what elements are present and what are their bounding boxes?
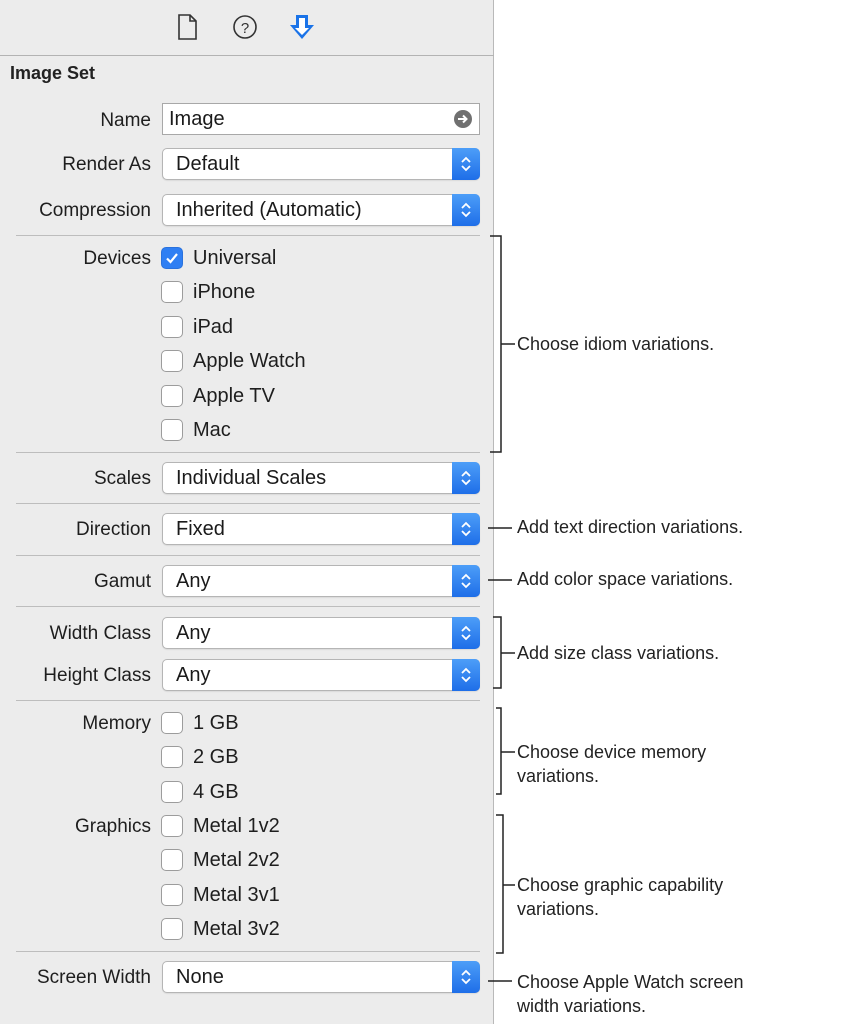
svg-text:?: ?	[241, 20, 249, 37]
width-class-value: Any	[176, 622, 211, 644]
separator	[16, 700, 480, 701]
stepper-arrows-icon	[452, 194, 480, 226]
height-class-select[interactable]: Any	[162, 659, 480, 691]
stepper-arrows-icon	[452, 148, 480, 180]
direction-select[interactable]: Fixed	[162, 513, 480, 545]
screen-width-select[interactable]: None	[162, 961, 480, 993]
checkbox-label: 4 GB	[193, 781, 239, 803]
checkbox-label: Apple Watch	[193, 350, 306, 372]
checkmark-icon	[166, 253, 178, 264]
name-field[interactable]: Image	[162, 103, 480, 135]
render-as-label: Render As	[62, 154, 151, 175]
separator	[16, 452, 480, 453]
annotation-idiom: Choose idiom variations.	[517, 334, 715, 354]
checkbox-iphone[interactable]	[161, 281, 183, 303]
checkbox-label: 1 GB	[193, 712, 239, 734]
checkbox-1gb[interactable]	[161, 712, 183, 734]
stepper-arrows-icon	[452, 565, 480, 597]
checkbox-label: Apple TV	[193, 385, 275, 407]
width-class-label: Width Class	[49, 623, 151, 644]
stepper-arrows-icon	[452, 617, 480, 649]
name-label: Name	[100, 110, 151, 131]
separator	[16, 606, 480, 607]
annotation-size-class: Add size class variations.	[517, 643, 720, 663]
compression-select[interactable]: Inherited (Automatic)	[162, 194, 480, 226]
checkbox-label: 2 GB	[193, 746, 239, 768]
annotation-direction: Add text direction variations.	[517, 517, 744, 537]
checkbox-metal-3v1[interactable]	[161, 884, 183, 906]
stepper-arrows-icon	[452, 961, 480, 993]
checkbox-label: Metal 2v2	[193, 849, 280, 871]
render-as-value: Default	[176, 153, 240, 175]
gamut-value: Any	[176, 570, 211, 592]
devices-label: Devices	[83, 248, 151, 269]
checkbox-apple-watch[interactable]	[161, 350, 183, 372]
screen-width-value: None	[176, 966, 224, 988]
checkbox-metal-3v2[interactable]	[161, 918, 183, 940]
checkbox-label: Universal	[193, 247, 277, 269]
scales-label: Scales	[93, 468, 151, 489]
checkbox-mac[interactable]	[161, 419, 183, 441]
height-class-label: Height Class	[43, 665, 151, 686]
gamut-label: Gamut	[93, 571, 151, 592]
checkbox-label: Mac	[193, 419, 231, 441]
go-arrow-icon[interactable]	[454, 110, 472, 128]
memory-label: Memory	[82, 713, 151, 734]
size-class-bracket	[493, 616, 515, 689]
scales-value: Individual Scales	[176, 467, 327, 489]
screen-width-label: Screen Width	[36, 967, 151, 988]
annotation-memory-line2: variations.	[517, 766, 600, 786]
separator	[16, 951, 480, 952]
checkbox-2gb[interactable]	[161, 746, 183, 768]
inspector-panel: ? Image Set Name Image Render As Default…	[0, 0, 494, 1024]
graphics-bracket	[496, 814, 515, 954]
checkbox-label: Metal 3v1	[193, 884, 280, 906]
width-class-select[interactable]: Any	[162, 617, 480, 649]
scales-select[interactable]: Individual Scales	[162, 462, 480, 494]
checkbox-4gb[interactable]	[161, 781, 183, 803]
gamut-select[interactable]: Any	[162, 565, 480, 597]
checkbox-label: iPhone	[193, 281, 256, 303]
graphics-label: Graphics	[74, 816, 151, 837]
checkbox-label: iPad	[193, 316, 234, 338]
quick-help-icon[interactable]: ?	[231, 12, 259, 42]
compression-value: Inherited (Automatic)	[176, 199, 362, 221]
separator	[16, 235, 480, 236]
file-inspector-icon[interactable]	[173, 12, 201, 42]
annotation-screen-line1: Choose Apple Watch screen	[517, 972, 744, 992]
memory-bracket	[496, 707, 515, 795]
checkbox-label: Metal 1v2	[193, 815, 280, 837]
annotation-memory-line1: Choose device memory	[517, 742, 707, 762]
checkbox-universal[interactable]	[161, 247, 183, 269]
render-as-select[interactable]: Default	[162, 148, 480, 180]
inspector-toolbar: ?	[0, 0, 494, 56]
annotation-screen-line2: width variations.	[517, 996, 647, 1016]
checkbox-metal-2v2[interactable]	[161, 849, 183, 871]
height-class-value: Any	[176, 664, 211, 686]
checkbox-apple-tv[interactable]	[161, 385, 183, 407]
checkbox-label: Metal 3v2	[193, 918, 280, 940]
section-title: Image Set	[10, 63, 96, 83]
direction-label: Direction	[76, 519, 151, 540]
attributes-inspector-icon[interactable]	[288, 12, 316, 42]
separator	[16, 555, 480, 556]
stepper-arrows-icon	[452, 462, 480, 494]
stepper-arrows-icon	[452, 513, 480, 545]
annotation-graphics-line2: variations.	[517, 899, 600, 919]
annotation-gamut: Add color space variations.	[517, 569, 734, 589]
checkbox-ipad[interactable]	[161, 316, 183, 338]
checkbox-metal-1v2[interactable]	[161, 815, 183, 837]
name-value: Image	[169, 108, 225, 130]
separator	[16, 503, 480, 504]
annotation-graphics-line1: Choose graphic capability	[517, 875, 724, 895]
direction-value: Fixed	[176, 518, 225, 540]
compression-label: Compression	[39, 200, 151, 221]
stepper-arrows-icon	[452, 659, 480, 691]
